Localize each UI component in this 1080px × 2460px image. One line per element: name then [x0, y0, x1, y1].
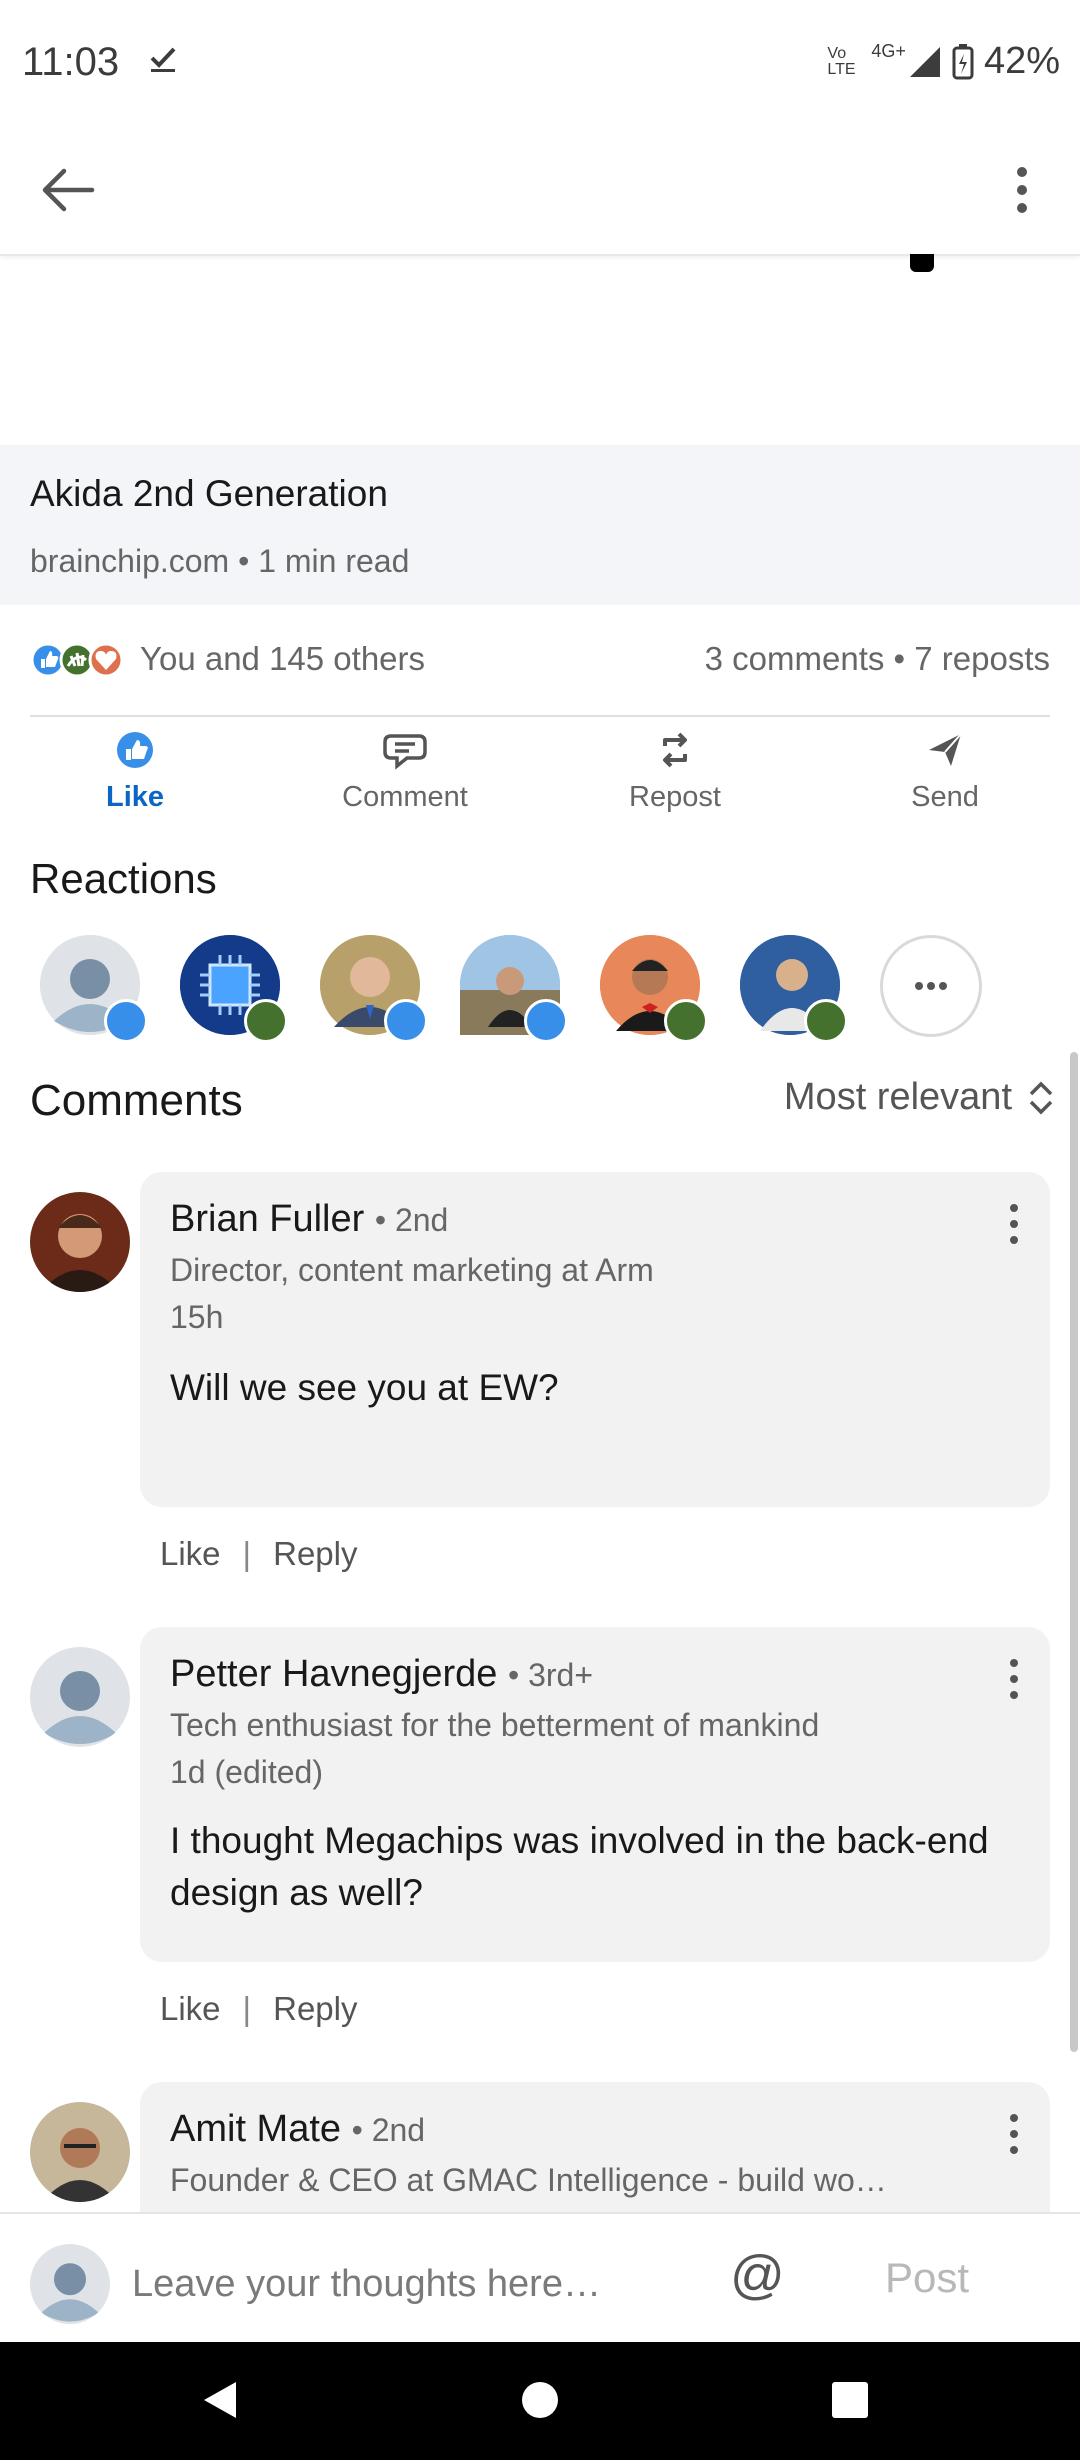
commenter-name[interactable]: Amit Mate • 2nd	[170, 2108, 425, 2151]
comment-menu-icon[interactable]	[1004, 2112, 1024, 2156]
comments-title: Comments	[30, 1076, 243, 1125]
nav-back-icon[interactable]	[200, 2378, 240, 2422]
sort-dropdown[interactable]: Most relevant	[784, 1076, 1056, 1119]
nav-recents-icon[interactable]	[830, 2380, 870, 2420]
mention-button[interactable]: @	[730, 2244, 785, 2306]
comment-reply-button[interactable]: Reply	[273, 1990, 357, 2028]
connection-degree: • 2nd	[374, 1202, 449, 1238]
volte-icon: Vo LTE	[827, 44, 856, 78]
more-reactions-button[interactable]	[880, 935, 982, 1037]
comment-like-button[interactable]: Like	[160, 1535, 221, 1573]
comment-text: Will we see you at EW?	[170, 1367, 559, 1408]
sort-label: Most relevant	[783, 1076, 1012, 1118]
nav-home-icon[interactable]	[520, 2380, 560, 2420]
comment-menu-icon[interactable]	[1004, 1202, 1024, 1246]
person-avatar-icon	[30, 1192, 130, 1292]
reactor-avatar[interactable]	[180, 935, 288, 1043]
comments-reposts-count[interactable]: 3 comments • 7 reposts	[705, 640, 1050, 678]
like-badge-icon	[104, 999, 148, 1043]
commenter-name[interactable]: Brian Fuller • 2nd	[170, 1198, 448, 1241]
ellipsis-icon	[915, 982, 947, 990]
comment-actions: Like | Reply	[160, 1990, 358, 2028]
support-badge-icon	[244, 999, 288, 1043]
commenter-headline: Founder & CEO at GMAC Intelligence - bui…	[170, 2162, 887, 2198]
comment-bubble: Petter Havnegjerde • 3rd+ Tech enthusias…	[140, 1627, 1050, 1962]
social-counts: You and 145 others 3 comments • 7 repost…	[30, 632, 1050, 692]
post-button[interactable]: Post	[885, 2254, 969, 2302]
more-options-icon[interactable]	[992, 158, 1052, 222]
comment-text: I thought Megachips was involved in the …	[170, 1820, 989, 1913]
likes-text[interactable]: You and 145 others	[140, 640, 425, 678]
commenter-name-text[interactable]: Brian Fuller	[170, 1198, 364, 1240]
back-arrow-icon[interactable]	[36, 158, 100, 222]
comment-composer: @ Post	[0, 2212, 1080, 2344]
reactor-avatar[interactable]	[740, 935, 848, 1043]
divider	[30, 715, 1050, 717]
battery-percent: 42%	[983, 40, 1060, 82]
like-label: Like	[105, 781, 165, 813]
my-avatar	[30, 2244, 110, 2324]
sort-chevron-icon	[1029, 1081, 1053, 1114]
comment-reply-button[interactable]: Reply	[273, 1535, 357, 1573]
separator: |	[242, 1990, 252, 2027]
repost-button[interactable]: Repost	[565, 730, 785, 820]
comment-input[interactable]	[130, 2248, 694, 2320]
app-bar	[0, 130, 1080, 256]
send-icon	[929, 733, 962, 766]
commenter-name[interactable]: Petter Havnegjerde • 3rd+	[170, 1653, 593, 1696]
comment-icon	[383, 734, 427, 770]
status-time: 11:03	[22, 40, 120, 84]
connection-degree: • 3rd+	[507, 1657, 594, 1693]
post-image-fragment	[910, 254, 934, 272]
reactor-avatar[interactable]	[600, 935, 708, 1043]
scrollbar[interactable]	[1070, 1052, 1078, 2052]
like-badge-icon	[524, 999, 568, 1043]
separator: |	[242, 1535, 252, 1572]
comment-time: 15h	[170, 1299, 224, 1335]
commenter-avatar[interactable]	[30, 2102, 130, 2202]
default-avatar-icon	[30, 2244, 110, 2324]
comment-actions: Like | Reply	[160, 1535, 358, 1573]
reactor-avatar[interactable]	[320, 935, 428, 1043]
reaction-summary-icons[interactable]	[30, 640, 126, 680]
network-label: 4G+	[871, 41, 906, 61]
commenter-avatar[interactable]	[30, 1192, 130, 1292]
default-avatar-icon	[30, 1647, 130, 1747]
repost-label: Repost	[629, 781, 721, 813]
comment-label: Comment	[342, 781, 468, 813]
commenter-name-text[interactable]: Amit Mate	[170, 2108, 341, 2150]
reactor-avatar[interactable]	[40, 935, 148, 1043]
connection-degree: • 2nd	[351, 2112, 426, 2148]
article-card[interactable]: Akida 2nd Generation brainchip.com • 1 m…	[0, 445, 1080, 605]
send-button[interactable]: Send	[835, 730, 1055, 820]
commenter-name-text[interactable]: Petter Havnegjerde	[170, 1653, 497, 1695]
comment-menu-icon[interactable]	[1004, 1657, 1024, 1701]
like-button[interactable]: Like	[25, 730, 245, 820]
article-meta: brainchip.com • 1 min read	[30, 543, 410, 579]
battery-icon	[952, 43, 974, 79]
comment-bubble: Amit Mate • 2nd Founder & CEO at GMAC In…	[140, 2082, 1050, 2222]
status-bar: 11:03 Vo LTE 4G+ 42%	[0, 0, 1080, 130]
commenter-headline: Tech enthusiast for the betterment of ma…	[170, 1707, 820, 1743]
reactor-avatar[interactable]	[460, 935, 568, 1043]
comment-bubble: Brian Fuller • 2nd Director, content mar…	[140, 1172, 1050, 1507]
like-badge-icon	[384, 999, 428, 1043]
support-badge-icon	[664, 999, 708, 1043]
comment-like-button[interactable]: Like	[160, 1990, 221, 2028]
system-nav-bar	[0, 2342, 1080, 2460]
person-avatar-icon	[30, 2102, 130, 2202]
send-label: Send	[911, 781, 979, 813]
comment-time: 1d (edited)	[170, 1754, 323, 1790]
like-icon	[117, 732, 153, 768]
signal-icon	[909, 46, 940, 77]
task-done-icon	[150, 47, 176, 72]
article-title: Akida 2nd Generation	[30, 473, 388, 514]
reactions-title: Reactions	[30, 855, 217, 902]
support-badge-icon	[804, 999, 848, 1043]
comment-button[interactable]: Comment	[295, 730, 515, 820]
status-right: Vo LTE 4G+ 42%	[827, 40, 1060, 83]
commenter-headline: Director, content marketing at Arm	[170, 1252, 654, 1288]
commenter-avatar[interactable]	[30, 1647, 130, 1747]
repost-icon	[663, 732, 687, 768]
